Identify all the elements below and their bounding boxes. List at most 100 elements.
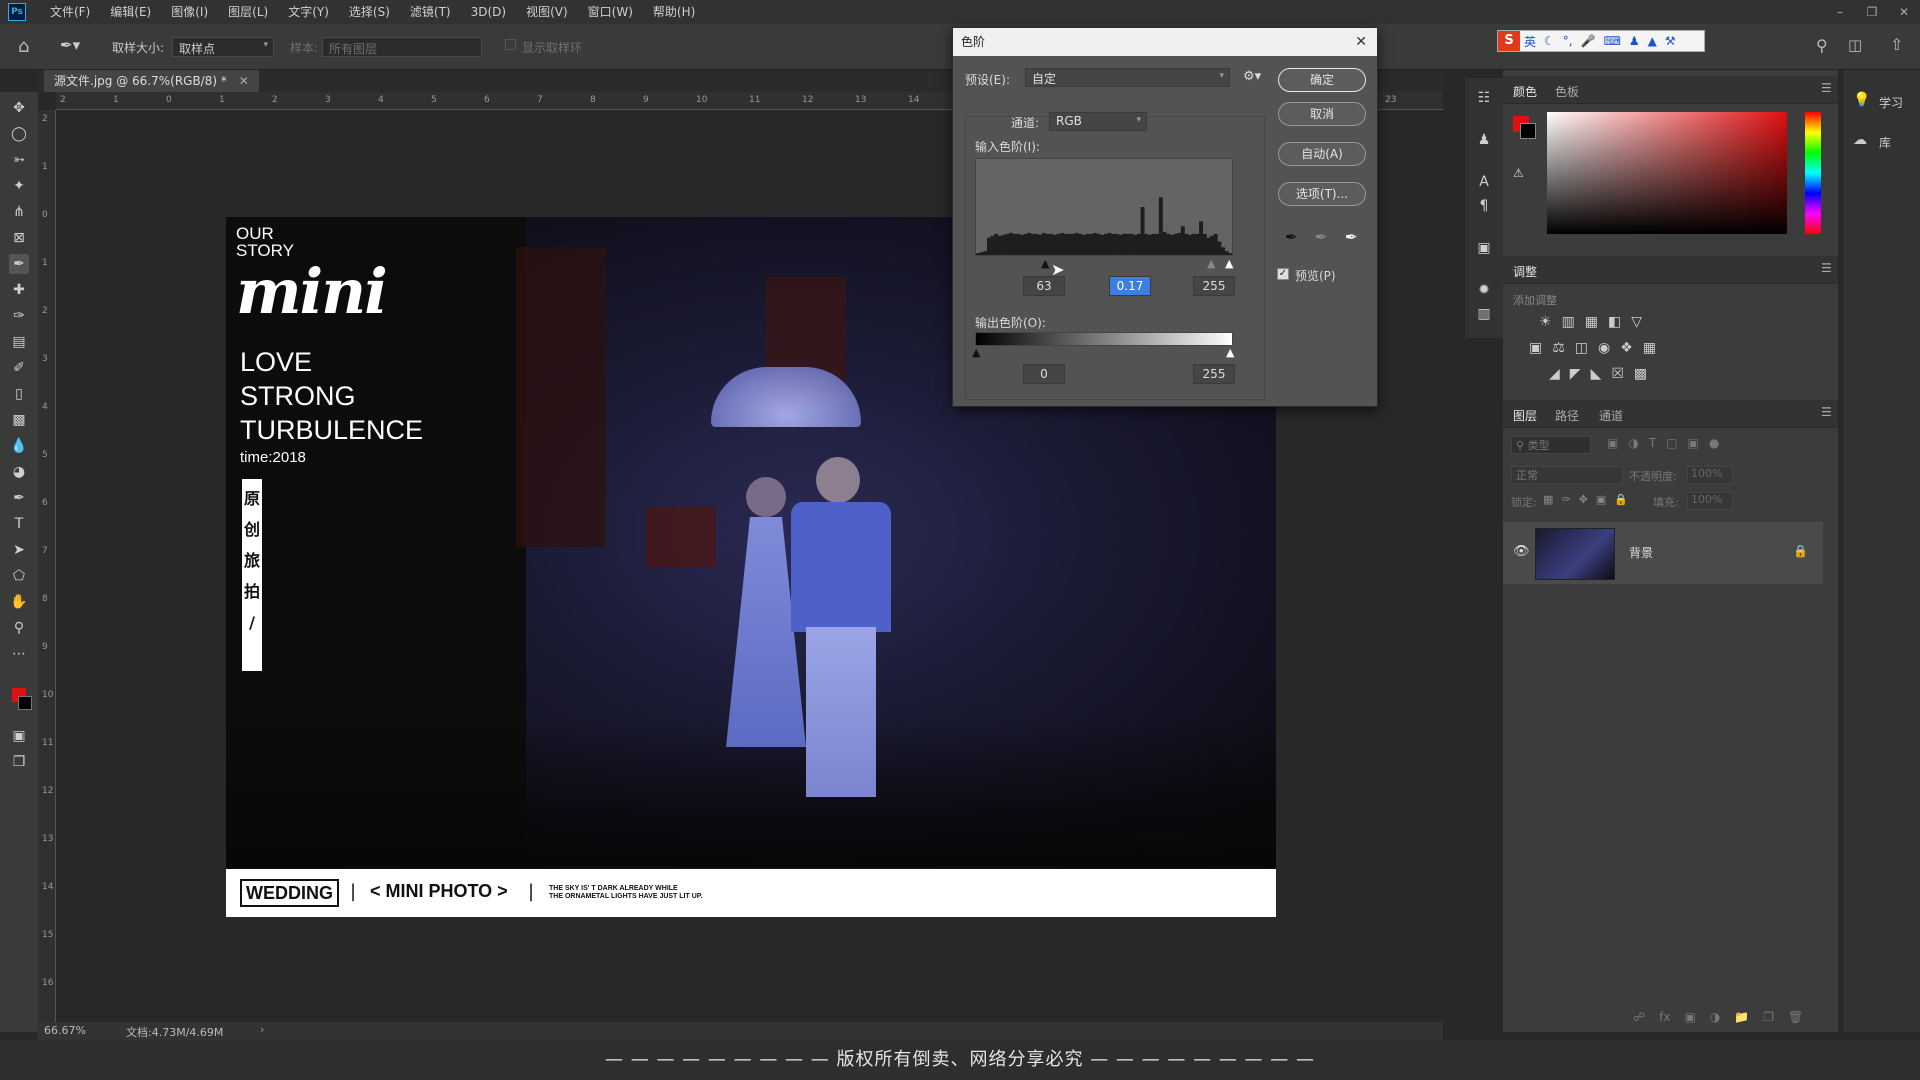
panel-menu-icon[interactable]: ☰ bbox=[1821, 81, 1832, 95]
output-white-field[interactable]: 255 bbox=[1193, 364, 1235, 384]
menu-select[interactable]: 选择(S) bbox=[339, 0, 400, 24]
new-adjustment-icon[interactable]: ◑ bbox=[1710, 1010, 1720, 1024]
close-window-icon[interactable]: ✕ bbox=[1888, 0, 1920, 24]
ime-keyboard-icon[interactable]: ⌨ bbox=[1600, 34, 1625, 48]
channel-mixer-icon[interactable]: ❖ bbox=[1620, 340, 1633, 356]
menu-layer[interactable]: 图层(L) bbox=[218, 0, 278, 24]
hue-saturation-icon[interactable]: ▣ bbox=[1529, 340, 1542, 356]
history-brush-icon[interactable]: ✐ bbox=[9, 358, 29, 378]
menu-type[interactable]: 文字(Y) bbox=[278, 0, 339, 24]
tab-color[interactable]: 颜色 bbox=[1513, 83, 1537, 100]
dodge-tool-icon[interactable]: ◕ bbox=[9, 462, 29, 482]
gradient-tool-icon[interactable]: ▩ bbox=[9, 410, 29, 430]
smart-object-filter-icon[interactable]: ▣ bbox=[1688, 436, 1699, 450]
posterize-icon[interactable]: ◤ bbox=[1570, 366, 1581, 382]
curves-icon[interactable]: ▦ bbox=[1585, 314, 1598, 330]
ime-language[interactable]: 英 bbox=[1520, 33, 1540, 50]
path-select-icon[interactable]: ➤ bbox=[9, 540, 29, 560]
crop-tool-icon[interactable]: ⋔ bbox=[9, 202, 29, 222]
library-label[interactable]: 库 bbox=[1879, 134, 1891, 151]
tab-channels[interactable]: 通道 bbox=[1599, 407, 1623, 424]
eyedropper-tool-preset-icon[interactable]: ✒▾ bbox=[60, 36, 80, 54]
tab-layers[interactable]: 图层 bbox=[1513, 407, 1537, 424]
history-panel-icon[interactable]: ☷ bbox=[1474, 88, 1494, 108]
type-filter-icon[interactable]: T bbox=[1649, 436, 1656, 450]
glyphs-panel-icon[interactable]: ▣ bbox=[1474, 238, 1494, 258]
menu-edit[interactable]: 编辑(E) bbox=[100, 0, 161, 24]
document-tab[interactable]: 源文件.jpg @ 66.7%(RGB/8) * ✕ bbox=[44, 70, 259, 92]
link-layers-icon[interactable]: ☍ bbox=[1633, 1010, 1645, 1024]
clone-stamp-icon[interactable]: ▤ bbox=[9, 332, 29, 352]
learn-label[interactable]: 学习 bbox=[1879, 94, 1903, 111]
blur-tool-icon[interactable]: 💧 bbox=[9, 436, 29, 456]
bg-color-swatch[interactable] bbox=[18, 696, 32, 710]
delete-layer-icon[interactable]: 🗑 bbox=[1788, 1010, 1803, 1024]
color-balance-icon[interactable]: ⚖ bbox=[1552, 340, 1565, 356]
adjustment-filter-icon[interactable]: ◑ bbox=[1628, 436, 1638, 450]
ime-shirt-icon[interactable]: ▲ bbox=[1644, 34, 1661, 48]
marquee-tool-icon[interactable]: ◯ bbox=[9, 124, 29, 144]
pen-tool-icon[interactable]: ✒ bbox=[9, 488, 29, 508]
healing-brush-icon[interactable]: ✚ bbox=[9, 280, 29, 300]
lock-artboard-icon[interactable]: ▣ bbox=[1596, 493, 1606, 506]
menu-3d[interactable]: 3D(D) bbox=[461, 0, 516, 24]
blend-mode-select[interactable]: 正常 bbox=[1511, 466, 1623, 484]
properties-panel-icon[interactable]: ♟ bbox=[1474, 130, 1494, 150]
add-mask-icon[interactable]: ▣ bbox=[1684, 1010, 1695, 1024]
fill-field[interactable]: 100% bbox=[1687, 492, 1733, 510]
black-white-icon[interactable]: ◫ bbox=[1575, 340, 1588, 356]
menu-file[interactable]: 文件(F) bbox=[40, 0, 100, 24]
eyedropper-tool-icon[interactable]: ✒ bbox=[9, 254, 29, 274]
frame-tool-icon[interactable]: ⊠ bbox=[9, 228, 29, 248]
threshold-icon[interactable]: ◣ bbox=[1591, 366, 1602, 382]
gamut-warning-icon[interactable]: ⚠ bbox=[1513, 166, 1524, 180]
lock-transparent-icon[interactable]: ▦ bbox=[1543, 493, 1553, 506]
shape-tool-icon[interactable]: ⬠ bbox=[9, 566, 29, 586]
layer-filter-input[interactable]: ⚲ 类型 bbox=[1511, 436, 1591, 454]
ime-moon-icon[interactable]: ☾ bbox=[1540, 34, 1559, 48]
input-white-slider[interactable]: ▲ bbox=[1225, 257, 1233, 270]
invert-icon[interactable]: ◢ bbox=[1549, 366, 1560, 382]
quick-mask-icon[interactable]: ▣ bbox=[9, 726, 29, 746]
tab-swatches[interactable]: 色板 bbox=[1555, 83, 1579, 100]
exposure-icon[interactable]: ◧ bbox=[1608, 314, 1621, 330]
color-picker-field[interactable] bbox=[1547, 112, 1787, 234]
options-button[interactable]: 选项(T)... bbox=[1278, 182, 1366, 206]
menu-help[interactable]: 帮助(H) bbox=[643, 0, 705, 24]
photo-filter-icon[interactable]: ◉ bbox=[1598, 340, 1610, 356]
library-icon[interactable]: ☁ bbox=[1853, 132, 1867, 148]
character-panel-icon[interactable]: A bbox=[1474, 172, 1494, 192]
close-tab-icon[interactable]: ✕ bbox=[239, 74, 249, 88]
ime-wrench-icon[interactable]: ⚒ bbox=[1661, 34, 1680, 48]
selective-color-icon[interactable]: ☒ bbox=[1611, 366, 1624, 382]
pixel-filter-icon[interactable]: ▣ bbox=[1607, 436, 1618, 450]
cancel-button[interactable]: 取消 bbox=[1278, 102, 1366, 126]
levels-icon[interactable]: ▥ bbox=[1562, 314, 1575, 330]
opacity-field[interactable]: 100% bbox=[1687, 466, 1733, 484]
search-icon[interactable]: ⚲ bbox=[1816, 36, 1828, 55]
preview-checkbox[interactable]: ✓ bbox=[1277, 268, 1289, 280]
lasso-tool-icon[interactable]: ➳ bbox=[9, 150, 29, 170]
input-black-field[interactable]: 63 bbox=[1023, 276, 1065, 296]
gradient-map-icon[interactable]: ▩ bbox=[1634, 366, 1647, 382]
ime-mic-icon[interactable]: 🎤 bbox=[1577, 34, 1600, 48]
type-tool-icon[interactable]: T bbox=[9, 514, 29, 534]
share-icon[interactable]: ⇧ bbox=[1890, 35, 1903, 54]
lock-position-icon[interactable]: ✥ bbox=[1579, 493, 1588, 506]
input-gamma-slider[interactable]: ▲ bbox=[1207, 257, 1215, 270]
sample-select[interactable]: 所有图层 bbox=[322, 37, 482, 57]
more-tools-icon[interactable]: ⋯ bbox=[9, 644, 29, 664]
brightness-icon[interactable]: ☀ bbox=[1539, 314, 1552, 330]
show-ring-checkbox[interactable] bbox=[505, 39, 516, 50]
panel-menu-icon[interactable]: ☰ bbox=[1821, 405, 1832, 419]
status-menu-icon[interactable]: › bbox=[260, 1023, 264, 1036]
new-group-icon[interactable]: 📁 bbox=[1734, 1010, 1749, 1024]
color-lookup-icon[interactable]: ▦ bbox=[1643, 340, 1656, 356]
levels-dialog-titlebar[interactable]: 色阶 ✕ bbox=[953, 28, 1377, 56]
output-black-field[interactable]: 0 bbox=[1023, 364, 1065, 384]
panel-menu-icon[interactable]: ☰ bbox=[1821, 261, 1832, 275]
ime-punct-icon[interactable]: °, bbox=[1559, 34, 1577, 48]
auto-button[interactable]: 自动(A) bbox=[1278, 142, 1366, 166]
screen-mode-icon[interactable]: ❐ bbox=[9, 752, 29, 772]
layer-row[interactable]: 👁 背景 🔒 bbox=[1503, 522, 1823, 584]
